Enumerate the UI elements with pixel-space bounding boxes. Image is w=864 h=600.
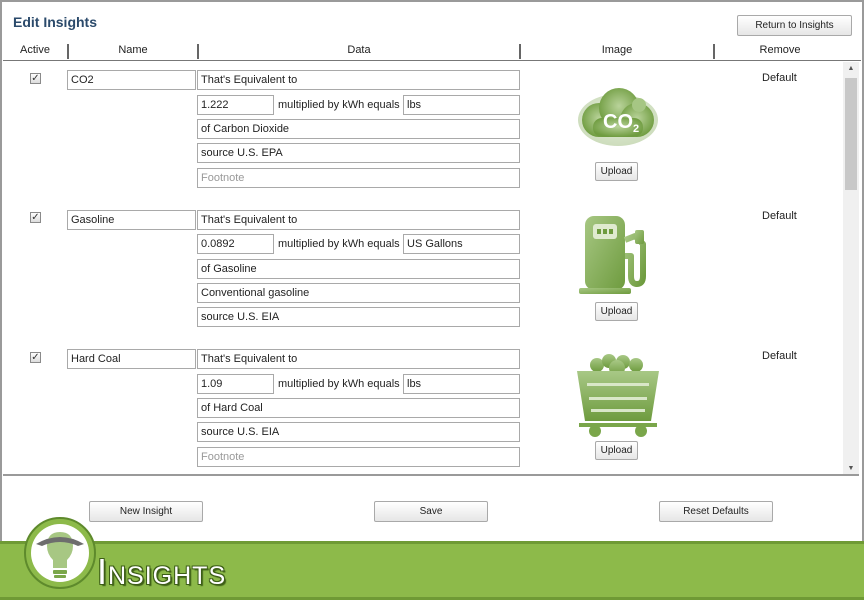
active-checkbox[interactable]: ✓ — [30, 73, 41, 84]
co2-cloud-icon: CO 2 — [573, 78, 663, 164]
footnote-field[interactable]: Footnote — [197, 447, 520, 467]
equivalent-field[interactable]: That's Equivalent to — [197, 210, 520, 230]
column-active: Active — [20, 44, 50, 56]
source-field[interactable]: source U.S. EPA — [197, 143, 520, 163]
footnote-field[interactable]: source U.S. EIA — [197, 307, 520, 327]
description-field[interactable]: of Gasoline — [197, 259, 520, 279]
gas-pump-icon — [573, 210, 663, 296]
banner-title: Insights — [97, 551, 227, 592]
column-data: Data — [347, 44, 371, 56]
source-field[interactable]: source U.S. EIA — [197, 422, 520, 442]
description-field[interactable]: of Carbon Dioxide — [197, 119, 520, 139]
remove-default-label: Default — [762, 210, 797, 222]
reset-defaults-button[interactable]: Reset Defaults — [659, 501, 773, 522]
column-image: Image — [601, 44, 633, 56]
column-header: Active Name Data Image Remove — [3, 42, 861, 61]
name-field[interactable]: Hard Coal — [67, 349, 196, 369]
upload-button[interactable]: Upload — [595, 441, 638, 460]
name-field[interactable]: Gasoline — [67, 210, 196, 230]
svg-text:2: 2 — [633, 123, 639, 135]
active-checkbox[interactable]: ✓ — [30, 352, 41, 363]
multiplied-label: multiplied by kWh equals — [278, 238, 400, 250]
unit-field[interactable]: lbs — [403, 374, 520, 394]
description-field[interactable]: of Hard Coal — [197, 398, 520, 418]
insight-row-gasoline: ✓ Gasoline That's Equivalent to 0.0892 m… — [3, 210, 841, 350]
equivalent-field[interactable]: That's Equivalent to — [197, 349, 520, 369]
factor-field[interactable]: 0.0892 — [197, 234, 274, 254]
multiplied-label: multiplied by kWh equals — [278, 378, 400, 390]
new-insight-button[interactable]: New Insight — [89, 501, 203, 522]
footnote-field[interactable]: Footnote — [197, 168, 520, 188]
coal-cart-icon — [573, 353, 663, 439]
remove-default-label: Default — [762, 72, 797, 84]
factor-field[interactable]: 1.09 — [197, 374, 274, 394]
multiplied-label: multiplied by kWh equals — [278, 99, 400, 111]
scroll-thumb[interactable] — [845, 78, 857, 190]
scroll-down-icon[interactable]: ▼ — [843, 462, 859, 474]
scrollbar[interactable]: ▲ ▼ — [843, 62, 859, 474]
svg-text:CO: CO — [603, 111, 633, 133]
return-to-insights-button[interactable]: Return to Insights — [737, 15, 852, 36]
upload-button[interactable]: Upload — [595, 302, 638, 321]
name-field[interactable]: CO2 — [67, 70, 196, 90]
remove-default-label: Default — [762, 350, 797, 362]
insights-list: ✓ CO2 That's Equivalent to 1.222 multipl… — [3, 62, 859, 476]
unit-field[interactable]: lbs — [403, 95, 520, 115]
insight-row-co2: ✓ CO2 That's Equivalent to 1.222 multipl… — [3, 70, 841, 210]
lightbulb-logo-icon — [23, 516, 97, 590]
save-button[interactable]: Save — [374, 501, 488, 522]
equivalent-field[interactable]: That's Equivalent to — [197, 70, 520, 90]
scroll-up-icon[interactable]: ▲ — [843, 62, 859, 76]
unit-field[interactable]: US Gallons — [403, 234, 520, 254]
source-field[interactable]: Conventional gasoline — [197, 283, 520, 303]
upload-button[interactable]: Upload — [595, 162, 638, 181]
page-title: Edit Insights — [13, 14, 97, 30]
insight-row-hard-coal: ✓ Hard Coal That's Equivalent to 1.09 mu… — [3, 349, 841, 474]
column-remove: Remove — [759, 44, 801, 56]
factor-field[interactable]: 1.222 — [197, 95, 274, 115]
column-name: Name — [118, 44, 148, 56]
active-checkbox[interactable]: ✓ — [30, 212, 41, 223]
